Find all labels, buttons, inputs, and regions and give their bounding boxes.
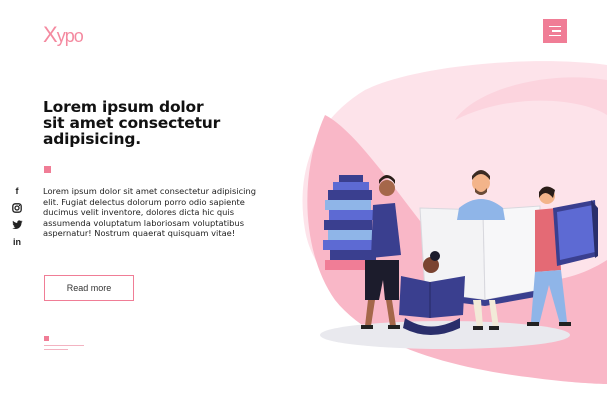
slide-dot-active[interactable] — [44, 336, 49, 341]
hamburger-icon — [549, 25, 561, 28]
hero-description: Lorem ipsum dolor sit amet consectetur a… — [43, 186, 256, 238]
facebook-icon[interactable]: f — [11, 184, 23, 197]
slide-line — [44, 345, 84, 346]
instagram-icon[interactable] — [11, 201, 23, 214]
read-more-button[interactable]: Read more — [44, 275, 134, 301]
accent-square — [44, 166, 51, 173]
logo-text: ypo — [56, 26, 84, 46]
hero-title-line-3: adipisicing. — [43, 130, 141, 148]
social-links: f in — [11, 184, 23, 248]
logo-x: X — [43, 22, 58, 47]
hamburger-icon-line — [552, 30, 561, 32]
hero-title: Lorem ipsum dolor sit amet consectetur a… — [43, 99, 263, 147]
linkedin-icon[interactable]: in — [11, 235, 23, 248]
twitter-icon[interactable] — [11, 218, 23, 231]
hamburger-icon-line — [549, 34, 561, 37]
hero-illustration — [302, 61, 607, 384]
slide-indicator — [44, 336, 84, 350]
hamburger-menu-button[interactable] — [543, 19, 567, 43]
left-person-head — [379, 180, 395, 196]
logo[interactable]: Xypo — [43, 22, 84, 48]
slide-line-short — [44, 349, 68, 350]
